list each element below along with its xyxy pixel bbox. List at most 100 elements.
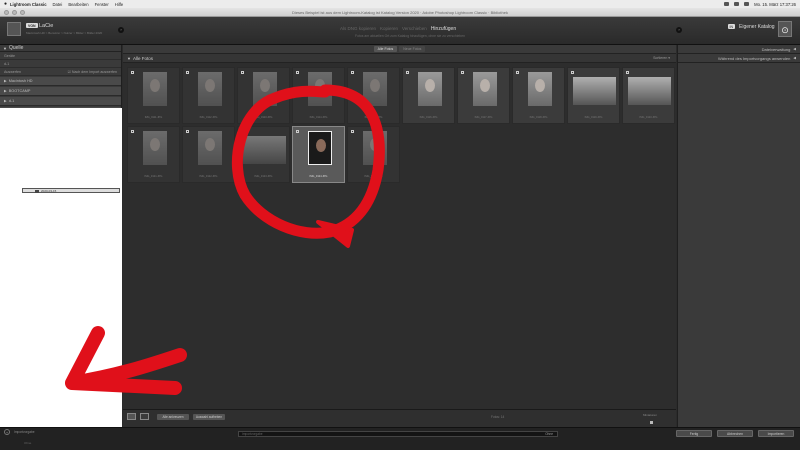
wifi-icon[interactable]	[734, 2, 740, 6]
mode-copy[interactable]: Kopieren	[380, 26, 398, 32]
source-selector[interactable]: LaCie	[39, 23, 53, 29]
thumbnail-image	[308, 131, 332, 165]
file-handling-label: Dateiverwaltung	[761, 46, 791, 52]
thumbnail-checkbox[interactable]	[186, 71, 189, 74]
window-titlebar: Dieses Beispiel ist aus dem Lightroom-Ka…	[0, 8, 800, 17]
menu-item-datei[interactable]: Datei	[53, 2, 63, 7]
thumbnail-checkbox[interactable]	[626, 71, 629, 74]
apply-during-import-header[interactable]: Während des Importvorgangs anwenden ◀	[678, 54, 800, 63]
loupe-view-icon[interactable]	[140, 413, 149, 420]
source-arrow-icon[interactable]: ›	[118, 27, 124, 33]
eject-option-label: Nach dem Import auswerfen	[71, 69, 117, 74]
portrait-face	[205, 79, 215, 92]
check-all-button[interactable]: Alle ankreuzen	[157, 414, 189, 420]
menu-app-name[interactable]: Lightroom Classic	[10, 2, 47, 7]
thumbnail-checkbox[interactable]	[516, 71, 519, 74]
photo-count: Fotos: 14	[491, 415, 505, 419]
file-handling-panel: Dateiverwaltung ◀ Während des Importvorg…	[677, 45, 800, 427]
portrait-face	[316, 139, 326, 152]
expand-triangle-icon[interactable]: ▶	[4, 99, 7, 103]
thumbnail-cell[interactable]: IMG_0120.JPG	[622, 67, 675, 124]
selected-folder-item[interactable]: 2020-03-15	[22, 188, 120, 193]
thumbnail-checkbox[interactable]	[131, 71, 134, 74]
thumbnail-checkbox[interactable]	[186, 130, 189, 133]
grid-header: ▼ Alle Fotos Sortieren ▾	[123, 54, 676, 63]
thumbnail-checkbox[interactable]	[296, 130, 299, 133]
battery-icon[interactable]	[744, 2, 750, 6]
all-photos-toggle[interactable]: Alle Fotos	[373, 46, 398, 52]
preset-label: Importvorgabe	[14, 430, 35, 434]
sort-dropdown[interactable]: Sortieren ▾	[653, 56, 670, 60]
mode-move[interactable]: Verschieben	[402, 26, 427, 32]
thumbnail-image	[143, 72, 167, 106]
thumbnail-checkbox[interactable]	[406, 71, 409, 74]
expand-triangle-icon[interactable]: ▶	[4, 89, 7, 93]
thumbnail-cell[interactable]: IMG_0121.JPG	[127, 126, 180, 183]
eject-row: Auswerfen ☑ Nach dem Import auswerfen	[0, 68, 121, 76]
new-photos-toggle[interactable]: Neue Fotos	[399, 46, 426, 52]
thumbnail-cell[interactable]: IMG_0118.JPG	[512, 67, 565, 124]
expand-icon[interactable]: +	[4, 429, 10, 435]
done-button[interactable]: Fertig	[676, 430, 712, 437]
source-panel-header[interactable]: ▼ Quelle	[0, 45, 121, 52]
thumbnail-cell[interactable]: IMG_0116.JPG	[402, 67, 455, 124]
collapse-triangle-icon[interactable]: ▼	[127, 56, 131, 61]
selected-folder-label: 2020-03-15	[41, 189, 57, 193]
thumbnail-checkbox[interactable]	[241, 130, 244, 133]
thumbnail-cell[interactable]: IMG_0122.JPG	[182, 126, 235, 183]
thumbnail-checkbox[interactable]	[296, 71, 299, 74]
expand-triangle-icon[interactable]: ▶	[4, 79, 7, 83]
thumbnail-cell[interactable]: IMG_0117.JPG	[457, 67, 510, 124]
close-window-icon[interactable]	[4, 10, 9, 15]
menubar-clock[interactable]: Mo. 15. März 17:37:26	[754, 2, 796, 7]
grid-view-icon[interactable]	[127, 413, 136, 420]
uncheck-all-button[interactable]: Auswahl aufheben	[193, 414, 225, 420]
device-item[interactable]: d-1	[0, 60, 121, 68]
file-handling-header[interactable]: Dateiverwaltung ◀	[678, 45, 800, 54]
source-drive-icon[interactable]	[7, 22, 21, 36]
eject-checkbox[interactable]: ☑ Nach dem Import auswerfen	[68, 70, 117, 74]
thumbnail-cell[interactable]: IMG_0114.JPG	[292, 67, 345, 124]
status-icon[interactable]	[724, 2, 730, 6]
thumbnail-checkbox[interactable]	[351, 130, 354, 133]
thumbnail-cell[interactable]: IMG_0124.JPG	[292, 126, 345, 183]
thumbnail-checkbox[interactable]	[131, 130, 134, 133]
mode-copy-dng[interactable]: Als DNG kopieren	[340, 26, 376, 32]
thumbnail-checkbox[interactable]	[351, 71, 354, 74]
import-button[interactable]: Importieren	[758, 430, 794, 437]
section-macintosh-hd[interactable]: ▶ Macintosh HD	[0, 77, 121, 86]
thumbnail-image	[363, 131, 387, 165]
section-bootcamp[interactable]: ▶ BOOTCAMP	[0, 87, 121, 96]
section-label: Macintosh HD	[8, 79, 33, 83]
menu-item-hilfe[interactable]: Hilfe	[115, 2, 123, 7]
dest-arrow-icon[interactable]: ›	[676, 27, 682, 33]
catalog-icon[interactable]: ⊙	[778, 21, 792, 37]
thumbnail-checkbox[interactable]	[241, 71, 244, 74]
thumbnail-checkbox[interactable]	[571, 71, 574, 74]
minimize-window-icon[interactable]	[12, 10, 17, 15]
zoom-window-icon[interactable]	[20, 10, 25, 15]
thumbnail-cell[interactable]: IMG_0115.JPG	[347, 67, 400, 124]
thumbnail-size-slider[interactable]	[650, 421, 653, 424]
mode-add[interactable]: Hinzufügen	[431, 26, 456, 32]
collapse-triangle-icon[interactable]: ▼	[3, 46, 7, 51]
import-preset-value: Ohne	[545, 432, 553, 436]
import-preset-select[interactable]: Importvorgabe Ohne	[238, 431, 558, 437]
thumbnail-size-label: Miniaturen	[643, 413, 658, 417]
menu-item-bearbeiten[interactable]: Bearbeiten	[68, 2, 88, 7]
thumbnail-cell[interactable]: IMG_0119.JPG	[567, 67, 620, 124]
thumbnail-cell[interactable]: IMG_0125.JPG	[347, 126, 400, 183]
thumbnail-cell[interactable]: IMG_0123.JPG	[237, 126, 290, 183]
thumbnail-cell[interactable]: IMG_0112.JPG	[182, 67, 235, 124]
thumbnail-image	[308, 72, 332, 106]
collapse-triangle-icon[interactable]: ◀	[793, 47, 796, 51]
thumbnail-caption: IMG_0125.JPG	[364, 175, 383, 178]
thumbnail-cell[interactable]: IMG_0113.JPG	[237, 67, 290, 124]
menu-item-fenster[interactable]: Fenster	[95, 2, 109, 7]
thumbnail-checkbox[interactable]	[461, 71, 464, 74]
cancel-button[interactable]: Abbrechen	[717, 430, 753, 437]
section-d1[interactable]: ▶ d-1	[0, 97, 121, 106]
collapse-triangle-icon[interactable]: ◀	[793, 56, 796, 60]
thumbnail-cell[interactable]: IMG_0111.JPG	[127, 67, 180, 124]
thumbnail-image	[628, 77, 671, 105]
